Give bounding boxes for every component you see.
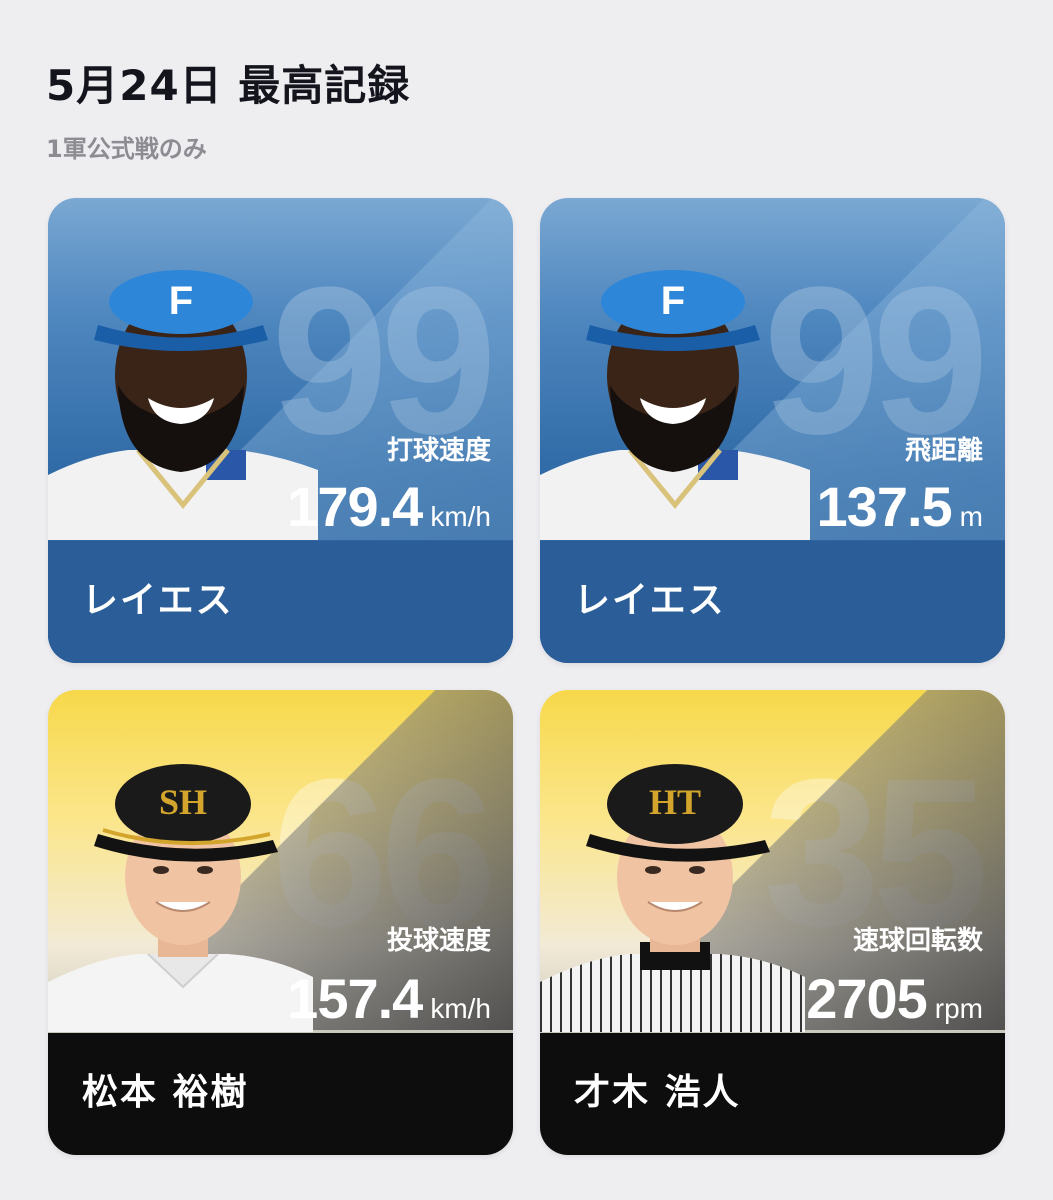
stat-unit: km/h [430,993,491,1024]
player-name: 松本 裕樹 [82,1072,249,1113]
stat-label: 速球回転数 [852,926,983,956]
player-name-bar: レイエス [540,541,1005,663]
cap-logo: SH [159,782,207,822]
page-header: 5月24日 最高記録 1軍公式戦のみ [46,52,410,164]
player-name: レイエス [82,580,234,621]
player-name: 才木 浩人 [574,1072,741,1113]
record-card-batting-speed[interactable]: 99 F 打球速度 179.4 km/h レイエス [48,198,513,663]
player-photo: F [48,270,318,540]
page-title: 5月24日 最高記録 [46,61,411,110]
stat-value: 157.4 [287,967,423,1030]
record-card-distance[interactable]: 99 F 飛距離 137.5 m レイエス [540,198,1005,663]
stat-value-group: 137.5 m [817,474,983,539]
stat-value: 137.5 [816,475,953,538]
stat-unit: km/h [430,501,491,532]
stat-label: 飛距離 [904,436,983,466]
player-name-bar: レイエス [48,541,513,663]
player-photo: F [540,270,810,540]
stat-label: 投球速度 [386,926,491,956]
record-card-spin-rate[interactable]: 35 HT 速球回転数 2705 rpm 才木 浩人 [540,690,1005,1155]
record-card-pitch-speed[interactable]: 66 SH 投球速度 157.4 km/h 松本 裕樹 [48,690,513,1155]
cap-logo: F [169,279,193,323]
stat-value-group: 157.4 km/h [287,966,491,1031]
cap-logo: F [661,279,685,323]
stat-unit: rpm [934,993,983,1024]
stat-value: 2705 [806,967,928,1030]
stat-value-group: 179.4 km/h [287,474,491,539]
stat-value-group: 2705 rpm [806,966,983,1031]
stat-unit: m [959,501,983,532]
player-photo: SH [48,764,313,1032]
player-photo: HT [540,764,805,1032]
page-subtitle: 1軍公式戦のみ [46,135,207,163]
cap-logo: HT [649,782,701,822]
player-name: レイエス [574,580,726,621]
player-name-bar: 松本 裕樹 [48,1033,513,1155]
stat-label: 打球速度 [386,436,491,466]
stat-value: 179.4 [287,475,423,538]
player-name-bar: 才木 浩人 [540,1033,1005,1155]
